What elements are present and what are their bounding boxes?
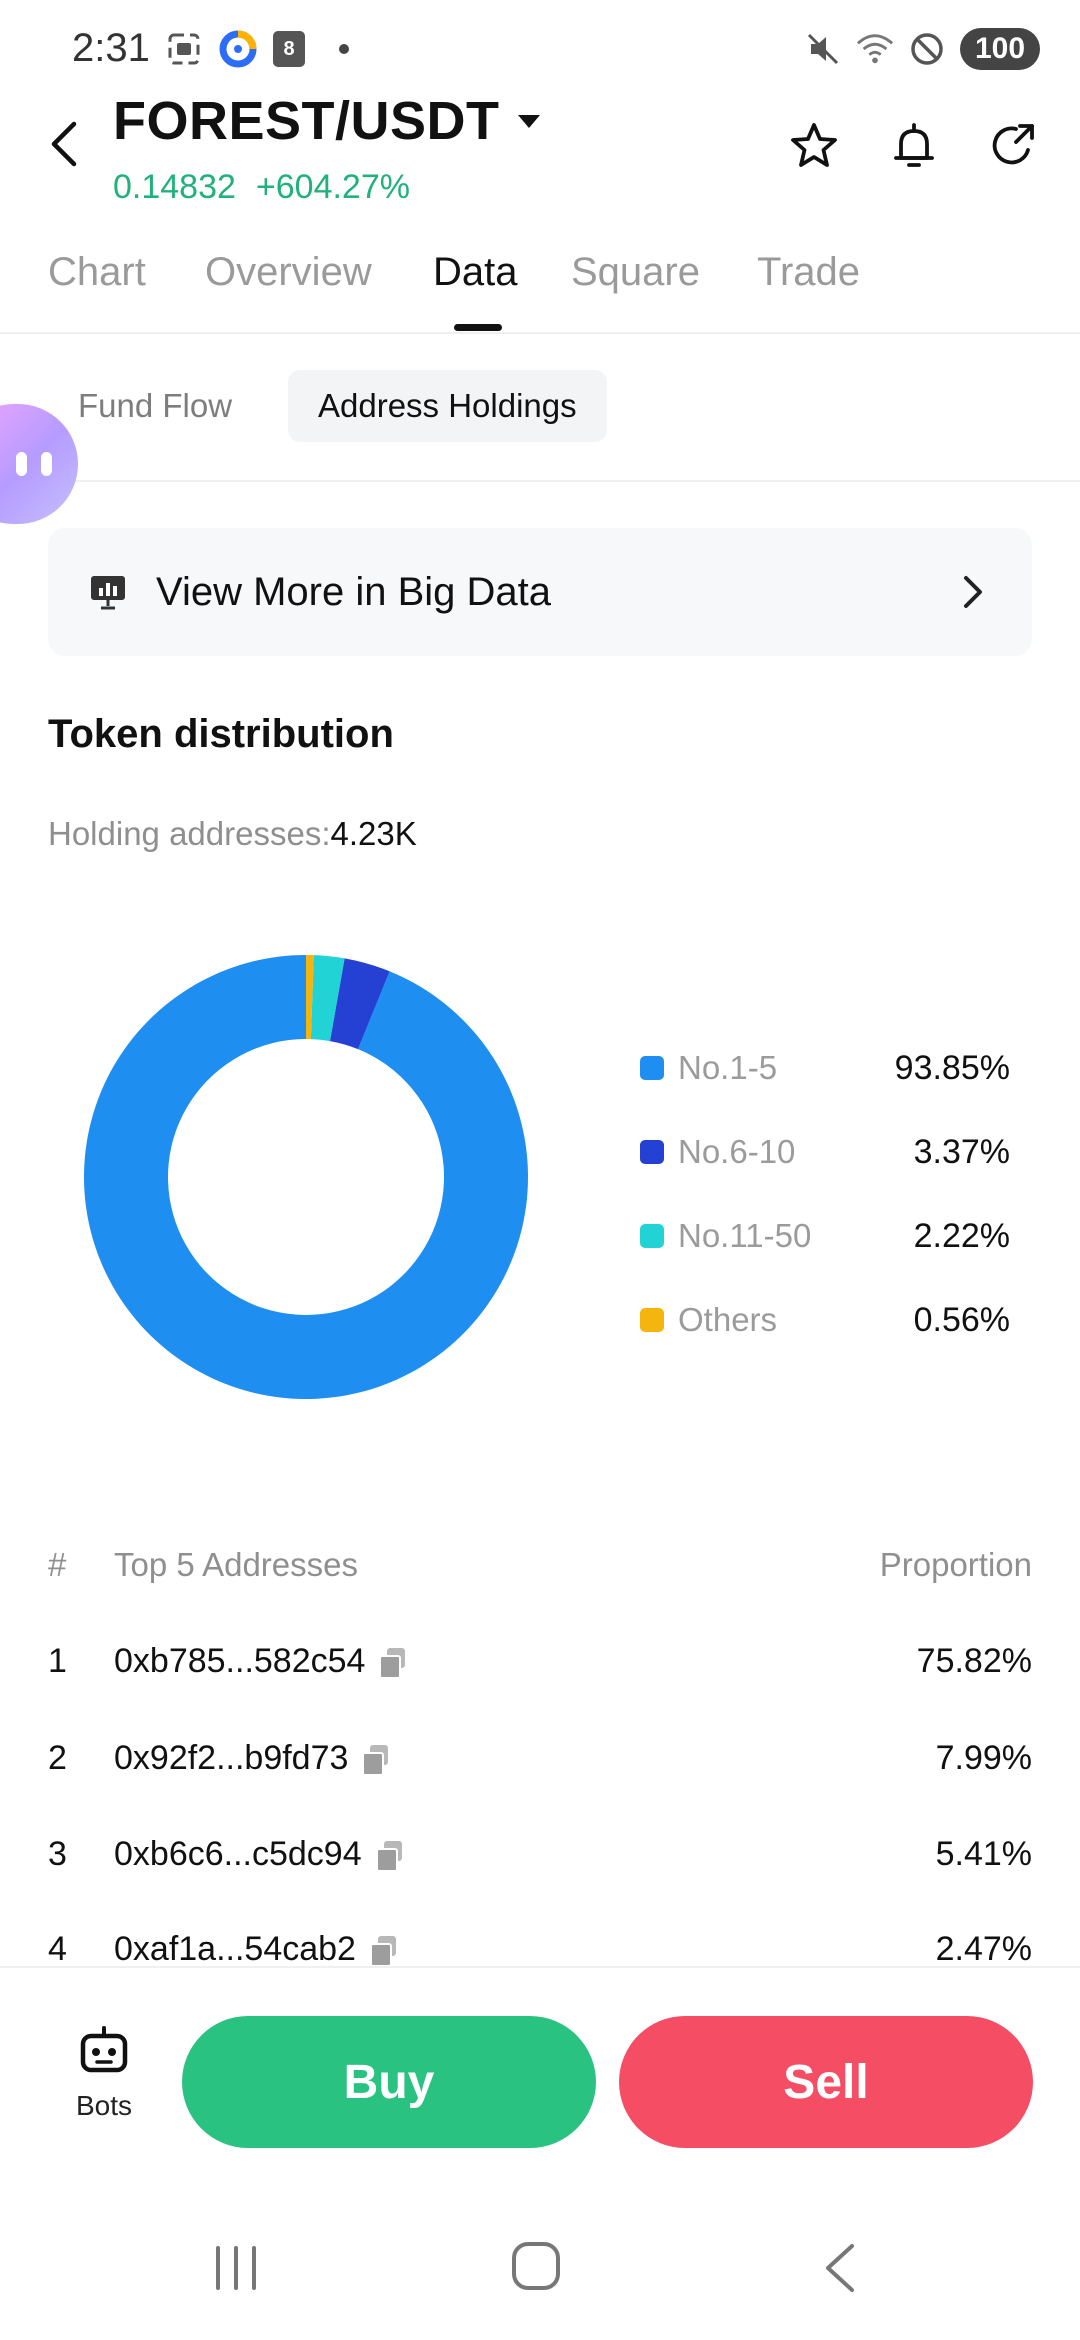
view-big-data-banner[interactable]: View More in Big Data: [48, 528, 1032, 656]
table-row: 1 0xb785...582c54 75.82%: [48, 1630, 1032, 1700]
back-arrow-icon[interactable]: [40, 114, 90, 174]
tab-square[interactable]: Square: [571, 250, 700, 295]
buy-button[interactable]: Buy: [182, 2016, 596, 2148]
row-rank: 4: [48, 1930, 67, 1968]
big-data-label: View More in Big Data: [156, 569, 551, 614]
tab-chart[interactable]: Chart: [48, 250, 146, 295]
subtab-fund-flow[interactable]: Fund Flow: [48, 370, 262, 442]
nav-back-icon[interactable]: [822, 2240, 858, 2296]
caret-down-icon: [517, 114, 540, 128]
legend-item: No.6-10 3.37%: [640, 1110, 1010, 1194]
column-rank-header: #: [48, 1546, 67, 1583]
more-notifications-dot: [339, 44, 349, 54]
token-distribution-title: Token distribution: [48, 712, 394, 756]
row-address: 0xb785...582c54: [114, 1642, 407, 1681]
tab-trade[interactable]: Trade: [757, 250, 860, 295]
legend-swatch: [640, 1224, 664, 1248]
copy-icon[interactable]: [362, 1744, 390, 1776]
wifi-icon: [856, 30, 894, 68]
legend-label: No.11-50: [678, 1217, 812, 1254]
row-rank: 3: [48, 1835, 67, 1873]
star-icon[interactable]: [788, 120, 840, 172]
row-proportion: 2.47%: [935, 1930, 1032, 1968]
row-proportion: 7.99%: [935, 1739, 1032, 1777]
legend-label: No.6-10: [678, 1133, 796, 1170]
legend-swatch: [640, 1056, 664, 1080]
legend-item: Others 0.56%: [640, 1278, 1010, 1362]
tab-overview[interactable]: Overview: [205, 250, 372, 295]
tab-data[interactable]: Data: [433, 250, 518, 295]
column-proportion-header: Proportion: [879, 1546, 1032, 1583]
legend-label: Others: [678, 1301, 778, 1338]
holding-addresses-label: Holding addresses:: [48, 815, 331, 852]
app-logo-icon: [219, 30, 257, 68]
legend-value: 0.56%: [913, 1300, 1010, 1339]
active-tab-indicator: [454, 324, 502, 331]
chevron-right-icon: [958, 570, 988, 614]
address-text: 0xb6c6...c5dc94: [114, 1835, 362, 1873]
address-text: 0xb785...582c54: [114, 1642, 366, 1680]
status-notification-icons: 8: [165, 30, 349, 68]
legend-item: No.1-5 93.85%: [640, 1026, 1010, 1110]
mute-icon: [804, 30, 842, 68]
system-navigation-bar: [0, 2176, 1080, 2340]
row-rank: 2: [48, 1739, 67, 1777]
distribution-legend: No.1-5 93.85% No.6-10 3.37% No.11-50 2.22% Oth…: [640, 1026, 1010, 1362]
holding-addresses: Holding addresses:4.23K: [48, 815, 417, 853]
trade-action-bar: Bots Buy Sell: [0, 1966, 1080, 2176]
data-subtabs: Fund Flow Address Holdings: [0, 370, 1080, 482]
home-icon[interactable]: [510, 2240, 562, 2292]
holding-addresses-value: 4.23K: [330, 815, 417, 852]
legend-label: No.1-5: [678, 1049, 778, 1086]
addresses-table-header: # Top 5 Addresses Proportion: [48, 1540, 1032, 1596]
robot-icon: [77, 2024, 131, 2078]
market-header: FOREST/USDT 0.14832 +604.27%: [0, 84, 1080, 214]
main-tabs: Chart Overview Data Square Trade: [0, 236, 1080, 334]
price-change: +604.27%: [255, 168, 410, 206]
status-system-icons: 100: [804, 28, 1040, 70]
legend-swatch: [640, 1308, 664, 1332]
copy-icon[interactable]: [369, 1935, 398, 1967]
battery-indicator: 100: [960, 28, 1040, 70]
header-actions: [788, 120, 1040, 172]
token-distribution-donut-chart: [84, 955, 528, 1399]
table-row: 3 0xb6c6...c5dc94 5.41%: [48, 1823, 1032, 1893]
column-address-header: Top 5 Addresses: [114, 1546, 358, 1583]
legend-value: 2.22%: [913, 1216, 1010, 1255]
address-text: 0xaf1a...54cab2: [114, 1930, 356, 1968]
row-proportion: 5.41%: [935, 1835, 1032, 1873]
legend-value: 3.37%: [913, 1132, 1010, 1171]
copy-icon[interactable]: [379, 1647, 407, 1679]
row-proportion: 75.82%: [916, 1642, 1032, 1680]
bots-label: Bots: [75, 2090, 133, 2121]
row-rank: 1: [48, 1642, 67, 1680]
recent-apps-icon[interactable]: [212, 2244, 260, 2292]
screenshot-icon: [165, 30, 203, 68]
sell-button[interactable]: Sell: [619, 2016, 1033, 2148]
share-icon[interactable]: [988, 120, 1040, 172]
row-address: 0xb6c6...c5dc94: [114, 1835, 404, 1874]
legend-item: No.11-50 2.22%: [640, 1194, 1010, 1278]
calendar-icon: 8: [273, 31, 305, 67]
legend-swatch: [640, 1140, 664, 1164]
price-row: 0.14832 +604.27%: [113, 168, 410, 207]
address-text: 0x92f2...b9fd73: [114, 1739, 349, 1777]
status-time: 2:31: [72, 26, 150, 70]
copy-icon[interactable]: [375, 1840, 404, 1872]
presentation-chart-icon: [88, 572, 128, 612]
row-address: 0x92f2...b9fd73: [114, 1739, 390, 1778]
bots-button[interactable]: Bots: [54, 2024, 154, 2122]
subtab-address-holdings[interactable]: Address Holdings: [288, 370, 607, 442]
bell-icon[interactable]: [888, 120, 940, 172]
row-address: 0xaf1a...54cab2: [114, 1930, 398, 1969]
legend-value: 93.85%: [894, 1048, 1010, 1087]
do-not-disturb-icon: [908, 30, 946, 68]
last-price: 0.14832: [113, 168, 236, 206]
table-row: 2 0x92f2...b9fd73 7.99%: [48, 1727, 1032, 1797]
pair-selector[interactable]: FOREST/USDT: [113, 90, 540, 152]
pair-name: FOREST/USDT: [113, 91, 500, 151]
